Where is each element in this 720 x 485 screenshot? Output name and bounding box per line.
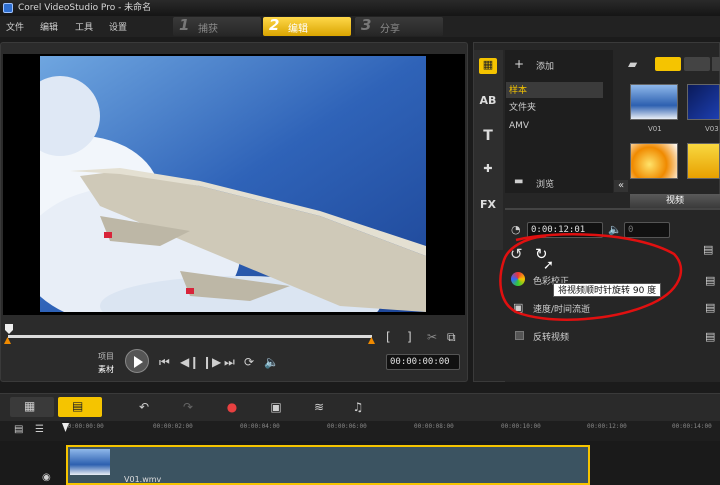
step-edit-number: 2 — [269, 16, 280, 34]
tree-item-amv[interactable]: AMV — [509, 119, 529, 133]
media-icon[interactable]: ▦ — [479, 58, 497, 74]
side-tool-icon[interactable]: ▤ — [705, 274, 715, 287]
ruler-tick: 00:00:00:00 — [64, 423, 104, 430]
library-thumbnail[interactable] — [630, 143, 678, 179]
menu-settings[interactable]: 设置 — [109, 20, 127, 33]
mode-clip[interactable]: 素材 — [98, 364, 114, 375]
menu-edit[interactable]: 编辑 — [40, 20, 58, 33]
storyboard-view-button[interactable]: ▦ — [10, 397, 54, 417]
title-bar: Corel VideoStudio Pro - 未命名 — [0, 0, 720, 16]
cut-icon[interactable]: ✂ — [427, 331, 437, 343]
app-icon — [3, 3, 13, 13]
storyboard-icon: ▦ — [24, 399, 36, 413]
show-audio-icon[interactable] — [712, 57, 720, 71]
folder-icon[interactable]: ▰ — [628, 57, 637, 71]
ruler-tick: 00:00:14:00 — [672, 423, 712, 430]
browse-icon[interactable]: ▬ — [514, 176, 523, 187]
tree-item-samples[interactable]: 样本 — [509, 84, 527, 98]
tab-video[interactable]: 视频 — [630, 194, 720, 208]
timeline-view-button[interactable]: ▤ — [58, 397, 102, 417]
step-edit[interactable]: 2 编辑 — [263, 16, 351, 36]
show-photo-icon[interactable] — [684, 57, 710, 71]
end-icon[interactable]: ⏭ — [224, 356, 235, 368]
play-icon — [134, 356, 143, 368]
step-edit-label: 编辑 — [288, 24, 308, 35]
library-thumbnail[interactable] — [630, 84, 678, 120]
reverse-video-checkbox[interactable] — [515, 331, 524, 340]
clip-name: V01.wmv — [124, 475, 162, 484]
step-capture[interactable]: 1 捕获 — [173, 16, 261, 36]
audio-tool-icon[interactable]: ▤ — [703, 243, 713, 256]
auto-music-icon[interactable]: ♫ — [350, 399, 366, 415]
enlarge-icon[interactable]: ⧉ — [447, 331, 456, 343]
library-thumbnail[interactable] — [687, 143, 720, 179]
red-annotation-circle — [499, 232, 683, 321]
menu-file[interactable]: 文件 — [6, 20, 24, 33]
fx-icon[interactable]: FX — [479, 198, 497, 214]
mark-in-button[interactable]: [ — [386, 331, 391, 343]
title-icon[interactable]: T — [479, 128, 497, 144]
record-capture-icon[interactable]: ● — [224, 399, 240, 415]
step-share-label: 分享 — [380, 24, 400, 35]
video-clip[interactable]: V01.wmv — [66, 445, 590, 485]
thumbnail-caption: V01 — [648, 125, 662, 133]
repeat-icon[interactable]: ⟳ — [244, 356, 254, 368]
audio-mix-icon[interactable]: ≋ — [311, 399, 327, 415]
next-frame-icon[interactable]: ❙▶ — [202, 356, 221, 368]
thumbnail-caption: V03 — [705, 125, 719, 133]
browse-label[interactable]: 浏览 — [536, 177, 554, 190]
tab-video-label: 视频 — [665, 196, 684, 206]
library-thumbnail[interactable] — [687, 84, 720, 120]
show-video-icon[interactable] — [655, 57, 681, 71]
scrub-bar[interactable] — [8, 335, 372, 338]
track-camera-icon: ◉ — [42, 472, 51, 483]
ruler-tick: 00:00:12:00 — [587, 423, 627, 430]
chapter-icon[interactable]: ☰ — [35, 424, 44, 435]
ruler-tick: 00:00:02:00 — [153, 423, 193, 430]
redo-icon[interactable]: ↷ — [180, 399, 196, 415]
previous-frame-icon[interactable]: ◀❙ — [180, 356, 199, 368]
track-manager-icon[interactable]: ▤ — [14, 424, 23, 435]
menu-tools[interactable]: 工具 — [75, 20, 93, 33]
window-title: Corel VideoStudio Pro - 未命名 — [18, 3, 152, 13]
step-capture-label: 捕获 — [198, 24, 218, 35]
side-tool-icon[interactable]: ▤ — [705, 301, 715, 314]
graphic-icon[interactable]: ✚ — [479, 162, 497, 178]
step-share[interactable]: 3 分享 — [355, 16, 443, 36]
airplane-wing-image — [40, 56, 426, 312]
side-tool-icon[interactable]: ▤ — [705, 330, 715, 343]
clip-thumbnail — [70, 449, 110, 475]
step-capture-number: 1 — [179, 16, 190, 34]
volume-icon[interactable]: 🔈 — [264, 356, 279, 368]
mode-project[interactable]: 项目 — [98, 351, 114, 362]
timecode-display[interactable]: 00:00:00:00 — [386, 354, 460, 370]
options-divider — [505, 208, 720, 210]
timecode-value: 00:00:00:00 — [390, 357, 450, 367]
tree-item-folder[interactable]: 文件夹 — [509, 101, 536, 115]
add-folder-label[interactable]: 添加 — [536, 59, 554, 72]
home-icon[interactable]: ⏮ — [159, 356, 170, 368]
video-frame — [40, 56, 426, 312]
undo-icon[interactable]: ↶ — [136, 399, 152, 415]
add-icon[interactable]: + — [514, 57, 524, 71]
ruler-tick: 00:00:08:00 — [414, 423, 454, 430]
ruler-tick: 00:00:04:00 — [240, 423, 280, 430]
step-share-number: 3 — [361, 16, 372, 34]
collapse-options-icon[interactable]: « — [614, 180, 628, 192]
ruler-tick: 00:00:06:00 — [327, 423, 367, 430]
library-sidebar — [474, 50, 503, 250]
timeline-icon: ▤ — [72, 399, 84, 413]
transition-icon[interactable]: AB — [479, 94, 497, 110]
play-button[interactable] — [125, 349, 149, 373]
mark-out-button[interactable]: ] — [407, 331, 412, 343]
reverse-video-label[interactable]: 反转视频 — [533, 330, 569, 343]
ruler-tick: 00:00:10:00 — [501, 423, 541, 430]
screen-capture-icon[interactable]: ▣ — [268, 399, 284, 415]
